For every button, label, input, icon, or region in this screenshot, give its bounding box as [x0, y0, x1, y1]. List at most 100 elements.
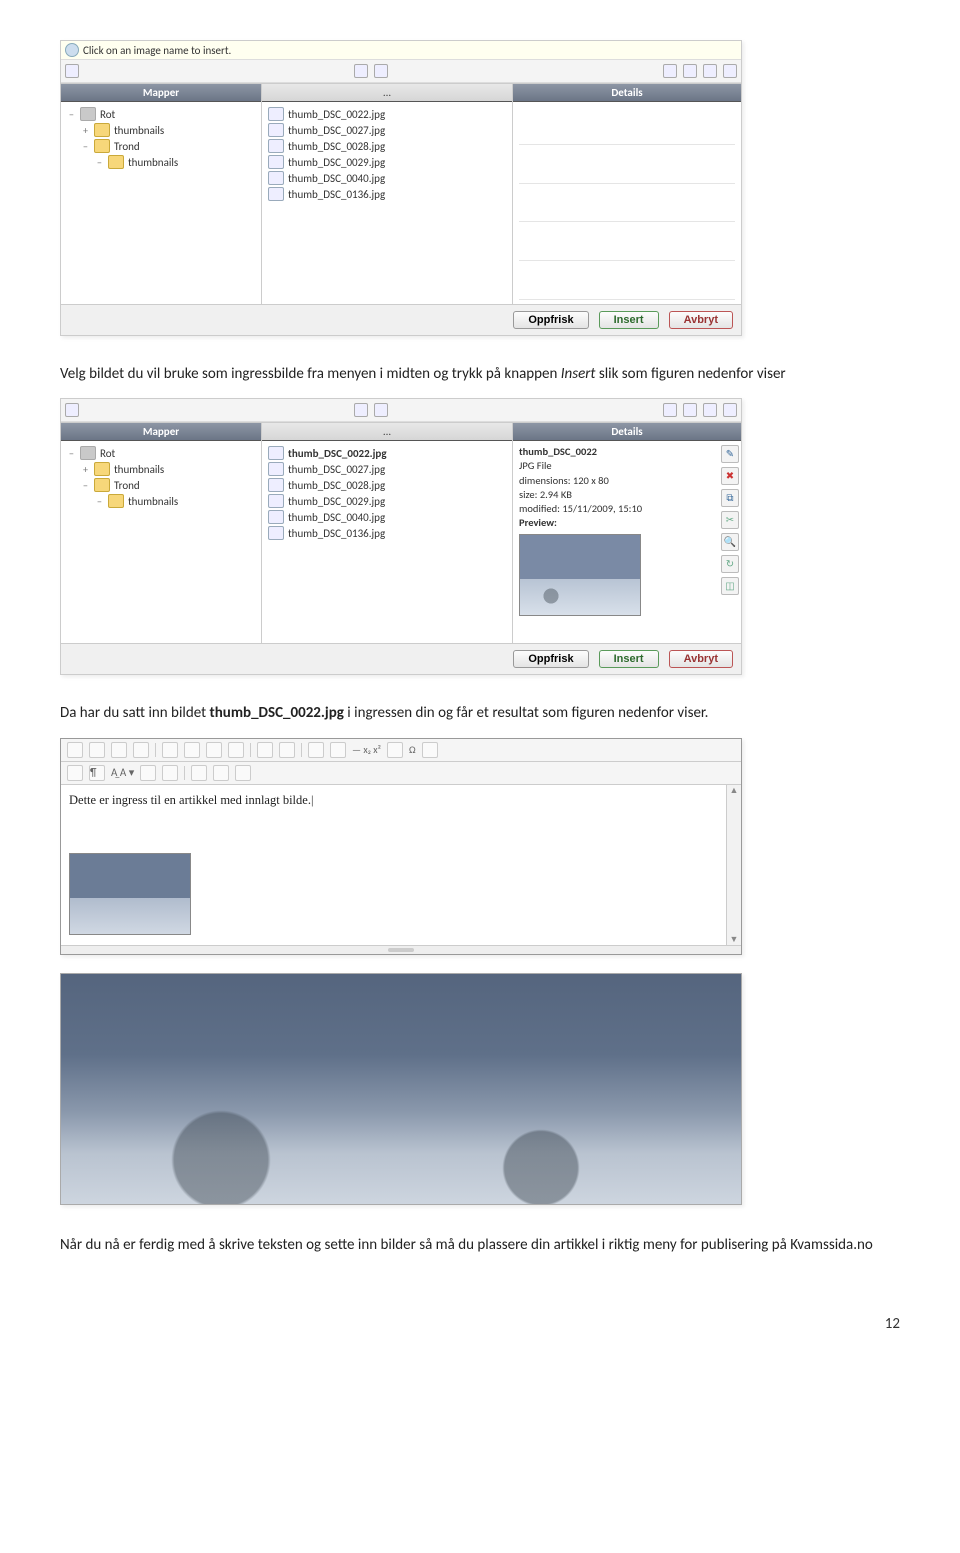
editor-inserted-image[interactable]: [69, 853, 191, 935]
tool-icon[interactable]: [65, 403, 79, 417]
align-right-icon[interactable]: [206, 742, 222, 758]
help-icon[interactable]: [723, 403, 737, 417]
hr-icon[interactable]: [330, 742, 346, 758]
file-list-column: ... thumb_DSC_0022.jpg thumb_DSC_0027.jp…: [262, 423, 513, 643]
file-item[interactable]: thumb_DSC_0022.jpg: [268, 106, 506, 122]
rename-icon[interactable]: ✎: [721, 445, 739, 463]
bottom-button-bar: Oppfrisk Insert Avbryt: [61, 643, 741, 674]
file-item[interactable]: thumb_DSC_0027.jpg: [268, 461, 506, 477]
scroll-down-icon[interactable]: ▼: [730, 934, 739, 945]
tool-icon[interactable]: [65, 64, 79, 78]
box-icon[interactable]: [191, 765, 207, 781]
view-icon-2[interactable]: [683, 64, 697, 78]
file-list[interactable]: thumb_DSC_0022.jpg thumb_DSC_0027.jpg th…: [262, 441, 512, 643]
folder-tree[interactable]: − Rot + thumbnails − Trond − thu: [61, 102, 261, 304]
zoom-icon[interactable]: 🔍: [721, 533, 739, 551]
file-item[interactable]: thumb_DSC_0028.jpg: [268, 477, 506, 493]
box-icon-3[interactable]: [235, 765, 251, 781]
bg-color-icon[interactable]: [162, 765, 178, 781]
sort-za-icon[interactable]: [374, 403, 388, 417]
indent-icon[interactable]: [257, 742, 273, 758]
sort-za-icon[interactable]: [374, 64, 388, 78]
landscape-photo: [60, 973, 742, 1205]
file-item[interactable]: thumb_DSC_0027.jpg: [268, 122, 506, 138]
view-icon[interactable]: [663, 403, 677, 417]
align-justify-icon[interactable]: [228, 742, 244, 758]
sort-az-icon[interactable]: [354, 64, 368, 78]
editor-body[interactable]: Dette er ingress til en artikkel med inn…: [61, 785, 726, 847]
files-header: ...: [262, 84, 512, 102]
details-column: Details thumb_DSC_0022 JPG File dimensio…: [513, 423, 741, 643]
paragraph-3: Når du nå er ferdig med å skrive teksten…: [60, 1235, 900, 1255]
view-icon-2[interactable]: [683, 403, 697, 417]
details-dimensions: dimensions: 120 x 80: [519, 474, 735, 488]
tree-item-thumbnails[interactable]: + thumbnails: [67, 461, 255, 477]
file-item[interactable]: thumb_DSC_0029.jpg: [268, 493, 506, 509]
tree-item-rot[interactable]: − Rot: [67, 106, 255, 122]
tree-item-trond[interactable]: − Trond: [67, 477, 255, 493]
file-item[interactable]: thumb_DSC_0136.jpg: [268, 186, 506, 202]
editor-resize-handle[interactable]: [61, 945, 741, 954]
table-icon[interactable]: [308, 742, 324, 758]
editor-scrollbar[interactable]: ▲ ▼: [726, 785, 741, 945]
image-icon: [268, 526, 284, 540]
image-icon: [268, 107, 284, 121]
cancel-button[interactable]: Avbryt: [669, 311, 733, 329]
crop-icon[interactable]: ◫: [721, 577, 739, 595]
help-icon[interactable]: [723, 64, 737, 78]
file-list[interactable]: thumb_DSC_0022.jpg thumb_DSC_0027.jpg th…: [262, 102, 512, 304]
delete-icon[interactable]: ✖: [721, 467, 739, 485]
tree-item-thumbnails-2[interactable]: − thumbnails: [67, 493, 255, 509]
align-center-icon[interactable]: [184, 742, 200, 758]
details-preview-label: Preview:: [519, 516, 735, 530]
file-item-selected[interactable]: thumb_DSC_0022.jpg: [268, 445, 506, 461]
add-icon[interactable]: [703, 403, 717, 417]
align-left-icon[interactable]: [162, 742, 178, 758]
refresh-button[interactable]: Oppfrisk: [513, 650, 588, 668]
insert-button[interactable]: Insert: [599, 650, 659, 668]
editor-text: Dette er ingress til en artikkel med inn…: [69, 793, 311, 807]
file-item[interactable]: thumb_DSC_0028.jpg: [268, 138, 506, 154]
outdent-icon[interactable]: [279, 742, 295, 758]
tree-item-trond[interactable]: − Trond: [67, 138, 255, 154]
image-icon: [268, 478, 284, 492]
details-body: thumb_DSC_0022 JPG File dimensions: 120 …: [513, 441, 741, 643]
info-text: Click on an image name to insert.: [83, 44, 231, 57]
tree-item-rot[interactable]: − Rot: [67, 445, 255, 461]
paragraph-2: Da har du satt inn bildet thumb_DSC_0022…: [60, 703, 900, 723]
folder-tree-column: Mapper − Rot + thumbnails − Trond: [61, 84, 262, 304]
scroll-up-icon[interactable]: ▲: [730, 785, 739, 796]
editor-toolbar-row-2: ¶ A̲ A ▾: [61, 762, 741, 785]
toolbar-icon[interactable]: [67, 742, 83, 758]
image-browser-panel-1: Click on an image name to insert. Mapper…: [60, 40, 742, 336]
file-item[interactable]: thumb_DSC_0029.jpg: [268, 154, 506, 170]
anchor-icon[interactable]: [67, 765, 83, 781]
file-item[interactable]: thumb_DSC_0136.jpg: [268, 525, 506, 541]
copy-icon[interactable]: ⧉: [721, 489, 739, 507]
bottom-button-bar: Oppfrisk Insert Avbryt: [61, 304, 741, 335]
view-icon[interactable]: [663, 64, 677, 78]
image-icon: [268, 494, 284, 508]
file-item[interactable]: thumb_DSC_0040.jpg: [268, 509, 506, 525]
box-icon-2[interactable]: [213, 765, 229, 781]
font-color-icon[interactable]: [140, 765, 156, 781]
add-icon[interactable]: [703, 64, 717, 78]
pilcrow-icon[interactable]: ¶: [89, 765, 105, 781]
rotate-icon[interactable]: ↻: [721, 555, 739, 573]
folder-tree[interactable]: − Rot + thumbnails − Trond − thu: [61, 441, 261, 643]
refresh-button[interactable]: Oppfrisk: [513, 311, 588, 329]
image-icon[interactable]: [111, 742, 127, 758]
details-modified: modified: 15/11/2009, 15:10: [519, 502, 735, 516]
smiley-icon[interactable]: [89, 742, 105, 758]
file-item[interactable]: thumb_DSC_0040.jpg: [268, 170, 506, 186]
tree-item-thumbnails-2[interactable]: − thumbnails: [67, 154, 255, 170]
edit-icon[interactable]: [133, 742, 149, 758]
cancel-button[interactable]: Avbryt: [669, 650, 733, 668]
details-size: size: 2.94 KB: [519, 488, 735, 502]
tree-item-thumbnails[interactable]: + thumbnails: [67, 122, 255, 138]
chart-icon[interactable]: [387, 742, 403, 758]
insert-button[interactable]: Insert: [599, 311, 659, 329]
extra-icon[interactable]: [422, 742, 438, 758]
sort-az-icon[interactable]: [354, 403, 368, 417]
cut-icon[interactable]: ✂: [721, 511, 739, 529]
